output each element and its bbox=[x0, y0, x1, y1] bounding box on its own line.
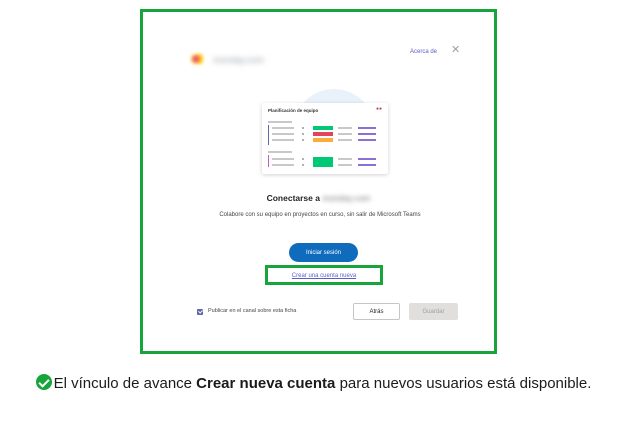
card-line bbox=[338, 127, 352, 129]
group-bar bbox=[268, 155, 269, 167]
status-cell bbox=[313, 132, 333, 136]
highlight-frame: monday.com Acerca de ✕ Planificación de … bbox=[140, 9, 497, 354]
card-dot bbox=[302, 133, 304, 135]
post-to-channel-checkbox[interactable] bbox=[197, 309, 203, 315]
card-dot bbox=[302, 139, 304, 141]
save-button[interactable]: Guardar bbox=[409, 303, 458, 320]
create-account-highlight: Crear una cuenta nueva bbox=[265, 265, 383, 285]
back-button[interactable]: Atrás bbox=[353, 303, 400, 320]
connect-heading: Conectarse a monday.com bbox=[143, 193, 494, 203]
about-link[interactable]: Acerca de bbox=[410, 49, 437, 55]
card-line bbox=[268, 121, 292, 123]
card-bar bbox=[358, 164, 376, 166]
card-line bbox=[272, 139, 294, 141]
avatars-icon: ●● bbox=[375, 106, 382, 112]
caption-suffix: para nuevos usuarios está disponible. bbox=[335, 375, 592, 392]
card-bar bbox=[358, 158, 376, 160]
status-cell bbox=[313, 157, 333, 167]
caption: El vínculo de avance Crear nueva cuenta … bbox=[0, 373, 627, 395]
card-line bbox=[338, 139, 352, 141]
card-bar bbox=[358, 127, 376, 129]
create-account-link[interactable]: Crear una cuenta nueva bbox=[268, 273, 380, 279]
card-dot bbox=[302, 127, 304, 129]
description: Colabore con su equipo en proyectos en c… bbox=[219, 212, 421, 218]
illustration-card: Planificación de equipo ●● bbox=[262, 103, 388, 174]
status-cell bbox=[313, 126, 333, 130]
sign-in-button[interactable]: Iniciar sesión bbox=[289, 243, 358, 262]
app-logo-icon bbox=[191, 54, 205, 64]
card-bar bbox=[358, 133, 376, 135]
card-line bbox=[272, 133, 294, 135]
card-line bbox=[272, 164, 294, 166]
status-cell bbox=[313, 138, 333, 142]
group-bar bbox=[268, 125, 269, 145]
connector-dialog: monday.com Acerca de ✕ Planificación de … bbox=[143, 12, 494, 351]
card-bar bbox=[358, 139, 376, 141]
card-dot bbox=[302, 164, 304, 166]
app-name: monday.com bbox=[213, 55, 264, 65]
card-dot bbox=[302, 158, 304, 160]
close-icon[interactable]: ✕ bbox=[451, 45, 460, 56]
card-line bbox=[338, 158, 352, 160]
card-line bbox=[272, 127, 294, 129]
caption-bold: Crear nueva cuenta bbox=[196, 375, 336, 392]
connect-target: monday.com bbox=[322, 193, 371, 203]
caption-prefix: El vínculo de avance bbox=[53, 375, 197, 392]
card-line bbox=[338, 164, 352, 166]
check-circle-icon bbox=[35, 374, 52, 390]
card-line bbox=[268, 151, 292, 153]
connect-title: Conectarse a bbox=[266, 193, 320, 203]
card-line bbox=[272, 158, 294, 160]
card-title: Planificación de equipo bbox=[268, 108, 319, 113]
card-line bbox=[338, 133, 352, 135]
post-to-channel-label: Publicar en el canal sobre esta ficha bbox=[208, 308, 297, 314]
